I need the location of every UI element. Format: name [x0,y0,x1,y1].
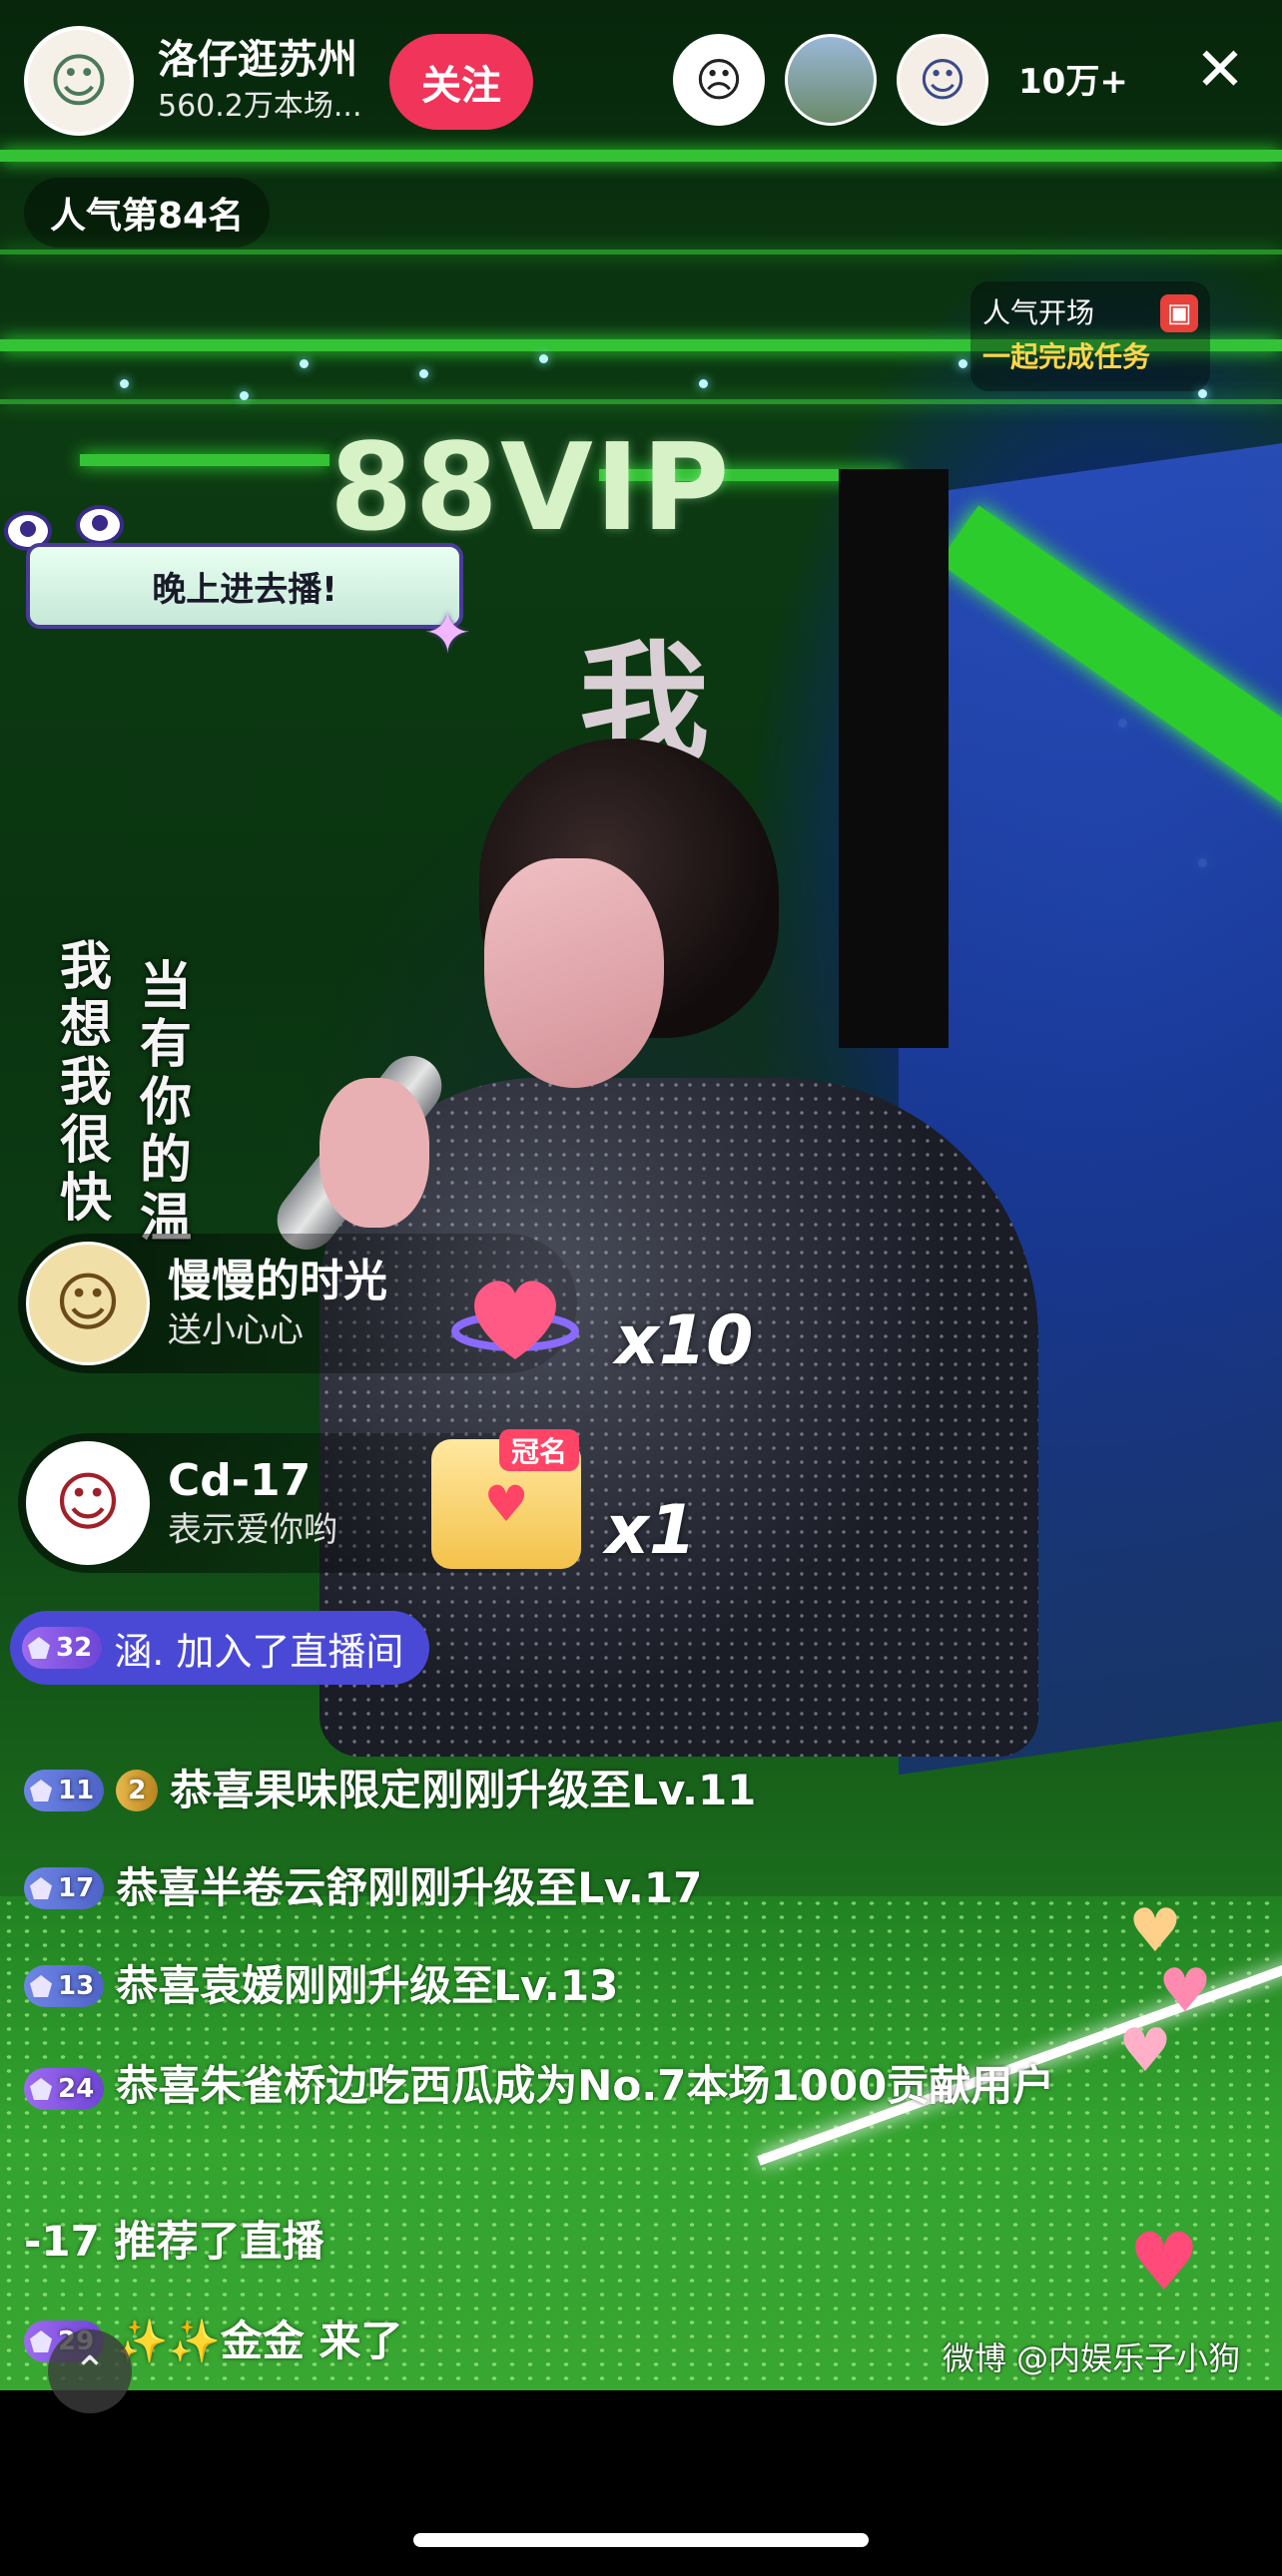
gem-icon [30,1975,52,1997]
anchor-name: 洛仔逛苏州 [158,37,357,83]
gift-count: x1 [605,1491,697,1570]
chat-message[interactable]: 24 恭喜朱雀桥边吃西瓜成为No.7本场1000贡献用户 [24,2058,1062,2114]
gift-text: 慢慢的时光 送小心心 [168,1255,387,1352]
anchor-avatar[interactable]: ☺ [24,26,134,136]
viewer-avatar[interactable] [785,34,877,126]
gifter-name: 慢慢的时光 [168,1256,387,1306]
light-dot [120,379,129,388]
level-number: 32 [56,1633,93,1663]
gift-count: x10 [615,1301,754,1380]
light-dot [300,359,309,368]
level-number: 13 [58,1971,95,2001]
sticker-bubble[interactable]: 晚上进去播! [26,543,463,629]
light-dot [959,359,967,368]
chat-text: -17 推荐了直播 [24,2217,324,2266]
viewer-avatar[interactable]: ☹ [673,34,765,126]
user-level-badge: 11 [24,1770,105,1811]
level-number: 11 [58,1776,95,1805]
level-number: 17 [58,1873,95,1903]
chat-message[interactable]: -17 推荐了直播 [24,2214,324,2270]
stage-light-rail [0,250,1282,255]
gifter-avatar[interactable]: ☺ [26,1441,150,1565]
stage-light-rail [0,399,1282,404]
task-subtitle: 一起完成任务 [982,340,1151,373]
watermark: 微博 @内娱乐子小狗 [943,2339,1241,2377]
chat-message[interactable]: 17 恭喜半卷云舒刚刚升级至Lv.17 [24,1860,702,1916]
chat-message[interactable]: 11 2 恭喜果味限定刚刚升级至Lv.11 [24,1763,756,1818]
heart-icon: ♥ [483,1475,529,1533]
gift-text: Cd-17 表示爱你哟 [168,1454,337,1552]
gift-action: 表示爱你哟 [168,1510,337,1550]
sticker-eye-icon [76,505,124,545]
stage-sign: 88VIP [329,419,732,558]
floating-likes: ♥ ♥ ♥ [1118,1896,1238,2096]
sparkle-star-icon: ✦ [423,599,472,667]
like-heart-icon: ♥ [1118,2016,1172,2086]
gifter-avatar[interactable]: ☺ [26,1242,150,1365]
like-heart-icon: ♥ [1128,2216,1200,2309]
chat-message[interactable]: 13 恭喜袁媛刚刚升级至Lv.13 [24,1958,618,2014]
chat-text: 恭喜袁媛刚刚升级至Lv.13 [116,1961,619,2010]
chat-text: 恭喜朱雀桥边吃西瓜成为No.7本场1000贡献用户 [116,2061,1055,2110]
lyric-right: 当有你的温 [140,957,193,1249]
light-dot [419,369,428,378]
viewer-avatar[interactable]: ☺ [897,34,988,126]
chat-text: 恭喜果味限定刚刚升级至Lv.11 [170,1766,757,1814]
viewer-count[interactable]: 10万+ [1018,54,1128,103]
heart-gift-icon [451,1260,579,1369]
chevron-up-icon[interactable]: ⌃ [48,2329,132,2413]
lyric-left: 我想我很快 [60,937,113,1229]
light-dot [1198,389,1207,398]
user-level-badge: 32 [22,1627,103,1669]
chat-text: ✨✨金金 来了 [116,2317,403,2365]
task-title: 人气开场 ▣ [982,291,1198,335]
gem-icon [30,2078,52,2100]
user-level-badge: 17 [24,1867,105,1909]
join-text: 涵. 加入了直播间 [114,1629,404,1674]
home-indicator[interactable] [413,2533,869,2547]
heart-gift-graphic [451,1281,579,1359]
light-dot [699,379,708,388]
anchor-info: 洛仔逛苏州 560.2万本场... [158,34,362,128]
crown-tag: 冠名 [499,1429,580,1471]
stage-light-rail [80,454,329,466]
close-icon[interactable]: ✕ [1188,40,1252,104]
follow-button[interactable]: 关注 [389,34,533,130]
gifter-name: Cd-17 [168,1455,312,1506]
gem-icon [30,1780,52,1802]
anchor-view-count: 560.2万本场... [158,89,362,124]
fan-badge: 2 [116,1770,159,1811]
task-widget[interactable]: 人气开场 ▣ 一起完成任务 [970,281,1210,391]
popularity-rank[interactable]: 人气第84名 [24,178,271,248]
stage-light-rail [0,150,1282,162]
user-level-badge: 13 [24,1965,105,2007]
gem-icon [30,1877,52,1899]
singer-face [484,858,664,1088]
user-level-badge: 24 [24,2068,105,2110]
speaker-column [839,469,949,1048]
anchor-card[interactable]: ☺ 洛仔逛苏州 560.2万本场... [24,26,362,136]
singer-hand [320,1078,429,1228]
chat-text: 恭喜半卷云舒刚刚升级至Lv.17 [116,1863,703,1912]
gift-box-icon: ▣ [1160,294,1198,332]
gem-icon [28,1637,50,1659]
level-number: 24 [58,2074,95,2104]
light-dot [240,391,249,400]
light-dot [539,354,548,363]
gift-action: 送小心心 [168,1310,304,1350]
task-title-text: 人气开场 [982,296,1095,329]
join-message[interactable]: 32 涵. 加入了直播间 [10,1611,430,1685]
gem-icon [30,2330,52,2352]
